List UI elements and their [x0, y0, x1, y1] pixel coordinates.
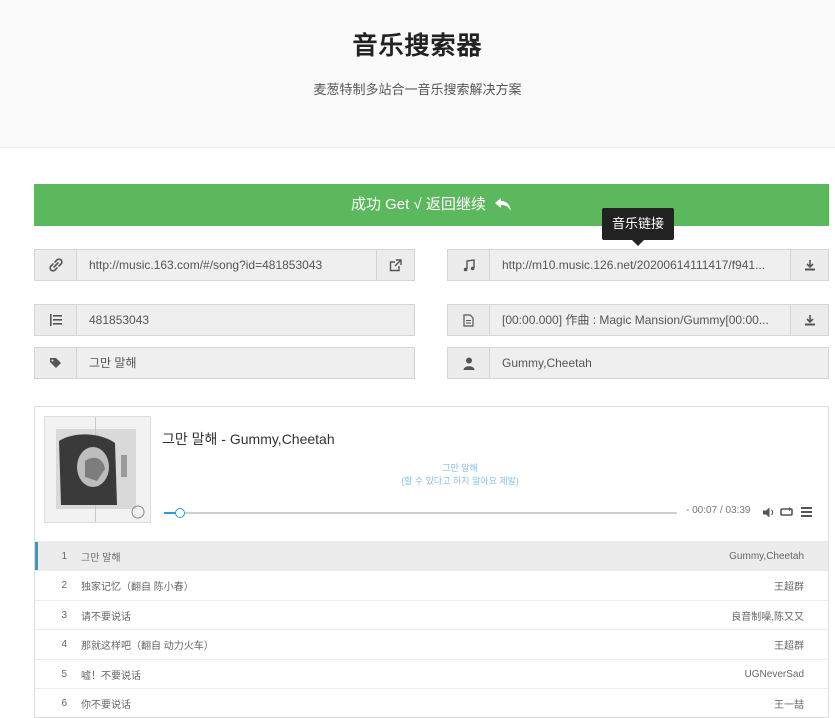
- playlist-row-number: 3: [61, 609, 67, 621]
- playlist-row-title: 独家记忆（翻自 陈小春）: [81, 581, 194, 593]
- playlist-row-title: 那就这样吧（翻自 动力火车）: [81, 640, 214, 652]
- playlist-row[interactable]: 1 그만 말해 Gummy,Cheetah: [35, 541, 828, 571]
- playlist-row-artist: 王超群: [774, 581, 804, 593]
- lyrics-value[interactable]: [00:00.000] 作曲 : Magic Mansion/Gummy[00:…: [490, 305, 790, 335]
- volume-button[interactable]: [761, 505, 777, 519]
- success-label: 成功 Get √ 返回继续: [350, 196, 486, 213]
- playlist-row-number: 5: [61, 668, 67, 680]
- playlist-row[interactable]: 3 请不要说话 良音制噪,陈又又: [35, 600, 828, 629]
- success-back-button[interactable]: 成功 Get √ 返回继续: [34, 184, 829, 226]
- track-title: 그만 말해 - Gummy,Cheetah: [162, 431, 335, 447]
- artist-value[interactable]: Gummy,Cheetah: [490, 348, 828, 378]
- lyrics-field: [00:00.000] 作曲 : Magic Mansion/Gummy[00:…: [447, 304, 829, 336]
- loop-button[interactable]: [778, 505, 794, 519]
- reply-arrow-icon: [495, 198, 512, 211]
- active-track-marker: [35, 542, 38, 571]
- lyric-line-translation: (할 수 있다고 하지 말아요 제발): [401, 476, 519, 486]
- artist-field: Gummy,Cheetah: [447, 347, 829, 379]
- playlist-row-number: 1: [61, 550, 67, 562]
- tag-icon: [35, 348, 77, 378]
- song-id-value[interactable]: 481853043: [77, 305, 414, 335]
- playlist-row-title: 그만 말해: [81, 552, 121, 564]
- album-cover: [44, 416, 151, 523]
- file-text-icon: [448, 305, 490, 335]
- download-icon: [804, 315, 815, 326]
- music-player: 그만 말해 - Gummy,Cheetah 그만 말해 (할 수 있다고 하지 …: [34, 406, 829, 718]
- lyric-line-current: 그만 말해: [442, 463, 478, 473]
- download-icon: [804, 260, 815, 271]
- playlist-row[interactable]: 6 你不要说话 王一喆: [35, 688, 828, 717]
- loop-icon: [779, 507, 793, 516]
- page-header: 音乐搜索器 麦葱特制多站合一音乐搜索解决方案: [0, 0, 835, 148]
- playlist-row-number: 2: [61, 579, 67, 591]
- tooltip-music-link: 音乐链接: [602, 208, 675, 246]
- menu-icon: [800, 507, 812, 517]
- playlist-row[interactable]: 2 独家记忆（翻自 陈小春） 王超群: [35, 570, 828, 599]
- link-icon: [35, 250, 77, 280]
- open-link-button[interactable]: [376, 250, 414, 280]
- volume-icon: [763, 507, 774, 517]
- playlist-row-artist: 王一喆: [774, 699, 804, 711]
- playlist-row-artist: 王超群: [774, 640, 804, 652]
- download-lyrics-button[interactable]: [790, 305, 828, 335]
- external-link-icon: [389, 258, 402, 271]
- playlist-toggle-button[interactable]: [798, 505, 814, 519]
- download-audio-button[interactable]: [790, 250, 828, 280]
- playlist-row[interactable]: 4 那就这样吧（翻自 动力火车） 王超群: [35, 629, 828, 658]
- user-icon: [448, 348, 490, 378]
- playlist-row-number: 6: [61, 697, 67, 709]
- song-url-field: http://music.163.com/#/song?id=481853043: [34, 249, 415, 281]
- music-note-icon: [448, 250, 490, 280]
- playlist-row-artist: 良音制噪,陈又又: [731, 611, 804, 623]
- playlist-row-number: 4: [61, 638, 67, 650]
- page-title: 音乐搜索器: [352, 32, 483, 60]
- progress-handle[interactable]: [175, 508, 185, 518]
- page-subtitle: 麦葱特制多站合一音乐搜索解决方案: [313, 82, 522, 97]
- song-url-value[interactable]: http://music.163.com/#/song?id=481853043: [77, 250, 376, 280]
- time-display: - 00:07 / 03:39: [686, 505, 751, 516]
- playlist-row[interactable]: 5 嘘！不要说话 UGNeverSad: [35, 659, 828, 688]
- song-name-field: 그만 말해: [34, 347, 415, 379]
- song-id-field: 481853043: [34, 304, 415, 336]
- audio-url-field: http://m10.music.126.net/20200614111417/…: [447, 249, 829, 281]
- audio-url-value[interactable]: http://m10.music.126.net/20200614111417/…: [490, 250, 790, 280]
- playlist-row-title: 请不要说话: [81, 611, 131, 623]
- playlist-row-title: 你不要说话: [81, 699, 131, 711]
- progress-bar[interactable]: [164, 508, 677, 518]
- playlist-row-title: 嘘！不要说话: [81, 670, 141, 682]
- list-icon: [35, 305, 77, 335]
- playlist-row-artist: Gummy,Cheetah: [729, 550, 804, 562]
- playlist-row-artist: UGNeverSad: [744, 668, 804, 680]
- song-name-value[interactable]: 그만 말해: [77, 348, 414, 378]
